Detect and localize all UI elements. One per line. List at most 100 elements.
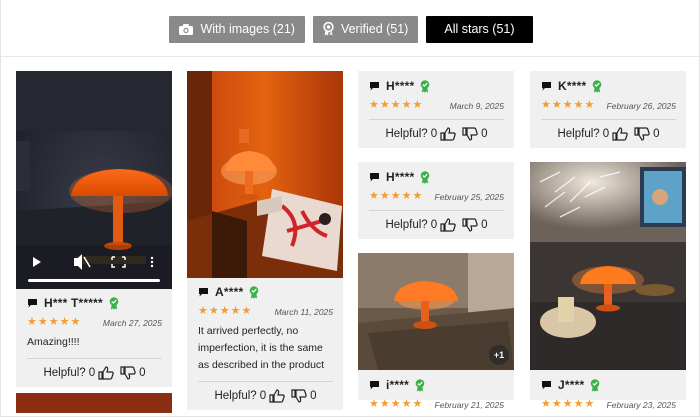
helpful-down-count: 0 xyxy=(481,219,488,231)
star-rating: ★ ★ ★ ★ ★ xyxy=(27,316,81,328)
helpful-down-count: 0 xyxy=(653,128,660,140)
chat-bubble-icon xyxy=(27,298,38,308)
review-card[interactable]: H*** T***** ★ ★ ★ ★ ★ March 27, 2025 Amazing… xyxy=(16,71,172,387)
review-card[interactable]: H**** ★ ★ ★ ★ ★ March 9, 2025 Helpful? 0 0 xyxy=(358,71,514,148)
verified-badge-icon xyxy=(420,79,430,93)
verified-ribbon-icon xyxy=(323,22,334,36)
verified-filter-label: Verified (51) xyxy=(340,22,409,36)
review-column-3: H**** ★ ★ ★ ★ ★ March 9, 2025 Helpful? 0 0 xyxy=(358,71,514,410)
review-card[interactable]: A**** ★ ★ ★ ★ ★ March 11, 2025 It arrived pe… xyxy=(187,71,343,410)
helpful-row: Helpful? 0 0 xyxy=(27,359,162,387)
review-date: March 9, 2025 xyxy=(449,100,504,111)
reviewer-name: A**** xyxy=(215,285,244,299)
star-rating: ★ ★ ★ ★ ★ xyxy=(198,305,252,317)
helpful-up-count: 0 xyxy=(88,367,96,379)
chat-bubble-icon xyxy=(369,172,380,182)
verified-badge-icon xyxy=(415,378,425,392)
verified-badge-icon xyxy=(420,170,430,184)
review-photo[interactable] xyxy=(187,71,343,278)
helpful-row: Helpful? 0 0 xyxy=(198,382,333,410)
thumbs-up-icon[interactable] xyxy=(440,218,456,232)
review-column-1: H*** T***** ★ ★ ★ ★ ★ March 27, 2025 Amazing… xyxy=(16,71,172,413)
chat-bubble-icon xyxy=(369,81,380,91)
helpful-down-count: 0 xyxy=(310,390,317,402)
star-rating: ★ ★ ★ ★ ★ xyxy=(541,398,595,410)
review-photo[interactable]: +1 xyxy=(358,253,514,370)
helpful-up-count: 0 xyxy=(259,390,267,402)
helpful-up-count: 0 xyxy=(430,219,438,231)
reviews-widget: With images (21) Verified (51) All stars… xyxy=(0,0,700,417)
review-date: March 27, 2025 xyxy=(102,317,162,328)
review-date: March 11, 2025 xyxy=(274,306,333,317)
review-text: It arrived perfectly, no imperfection, i… xyxy=(198,325,325,371)
helpful-up-count: 0 xyxy=(430,128,438,140)
verified-badge-icon xyxy=(109,296,119,310)
reviewer-name: H*** T***** xyxy=(44,296,103,310)
review-card[interactable]: +1 i**** ★ ★ ★ ★ ★ February 21, 2025 xyxy=(358,253,514,410)
helpful-label: Helpful? xyxy=(214,390,257,402)
review-date: February 21, 2025 xyxy=(434,399,504,410)
review-photo[interactable] xyxy=(530,162,686,370)
helpful-down-count: 0 xyxy=(139,367,146,379)
thumbs-down-icon[interactable] xyxy=(462,127,478,141)
review-video[interactable] xyxy=(16,71,172,289)
helpful-row: Helpful? 0 0 xyxy=(369,120,504,148)
thumbs-down-icon[interactable] xyxy=(120,366,136,380)
camera-icon xyxy=(179,23,194,35)
filter-bar: With images (21) Verified (51) All stars… xyxy=(1,0,699,57)
thumbs-down-icon[interactable] xyxy=(634,127,650,141)
verified-badge-icon xyxy=(249,285,259,299)
star-rating: ★ ★ ★ ★ ★ xyxy=(369,398,423,410)
thumbs-up-icon[interactable] xyxy=(612,127,628,141)
verified-badge-icon xyxy=(590,378,600,392)
with-images-filter-button[interactable]: With images (21) xyxy=(169,15,305,43)
helpful-row: Helpful? 0 0 xyxy=(541,120,676,148)
star-rating: ★ ★ ★ ★ ★ xyxy=(541,99,595,111)
more-vertical-icon[interactable] xyxy=(148,253,156,267)
review-date: February 25, 2025 xyxy=(434,191,504,202)
review-card[interactable]: H**** ★ ★ ★ ★ ★ February 25, 2025 Helpful? 0… xyxy=(358,162,514,239)
helpful-label: Helpful? xyxy=(385,128,428,140)
star-rating: ★ ★ ★ ★ ★ xyxy=(369,190,423,202)
star-rating: ★ ★ ★ ★ ★ xyxy=(369,99,423,111)
helpful-down-count: 0 xyxy=(481,128,488,140)
review-text: Amazing!!!! xyxy=(27,336,80,348)
fullscreen-icon[interactable] xyxy=(110,253,126,267)
reviewer-name: i**** xyxy=(386,378,410,392)
review-column-2: A**** ★ ★ ★ ★ ★ March 11, 2025 It arrived pe… xyxy=(187,71,343,410)
reviewer-name: J**** xyxy=(558,378,585,392)
chat-bubble-icon xyxy=(369,380,380,390)
review-card[interactable]: K**** ★ ★ ★ ★ ★ February 26, 2025 Helpful? 0… xyxy=(530,71,686,148)
thumbs-up-icon[interactable] xyxy=(98,366,114,380)
helpful-label: Helpful? xyxy=(385,219,428,231)
reviewer-name: H**** xyxy=(386,170,415,184)
with-images-filter-label: With images (21) xyxy=(200,22,295,36)
reviewer-name: K**** xyxy=(558,79,587,93)
verified-badge-icon xyxy=(592,79,602,93)
verified-filter-button[interactable]: Verified (51) xyxy=(312,15,419,43)
chat-bubble-icon xyxy=(198,287,209,297)
helpful-label: Helpful? xyxy=(557,128,600,140)
lamp-photo-image xyxy=(530,162,686,370)
helpful-label: Helpful? xyxy=(43,367,86,379)
lamp-photo-image xyxy=(187,71,343,278)
helpful-up-count: 0 xyxy=(602,128,610,140)
thumbs-down-icon[interactable] xyxy=(291,389,307,403)
all-stars-filter-label: All stars (51) xyxy=(444,22,515,36)
thumbs-up-icon[interactable] xyxy=(269,389,285,403)
review-date: February 26, 2025 xyxy=(606,100,676,111)
chat-bubble-icon xyxy=(541,81,552,91)
reviewer-name: H**** xyxy=(386,79,415,93)
play-icon[interactable] xyxy=(30,253,44,267)
video-controls xyxy=(16,245,172,289)
next-review-photo[interactable] xyxy=(16,393,172,413)
thumbs-down-icon[interactable] xyxy=(462,218,478,232)
review-card[interactable]: J**** ★ ★ ★ ★ ★ February 23, 2025 xyxy=(530,162,686,410)
review-column-4: K**** ★ ★ ★ ★ ★ February 26, 2025 Helpful? 0… xyxy=(530,71,686,410)
all-stars-filter-button[interactable]: All stars (51) xyxy=(426,15,533,43)
thumbs-up-icon[interactable] xyxy=(440,127,456,141)
mute-icon[interactable] xyxy=(72,251,90,267)
helpful-row: Helpful? 0 0 xyxy=(369,211,504,239)
more-images-badge[interactable]: +1 xyxy=(489,345,509,365)
chat-bubble-icon xyxy=(541,380,552,390)
